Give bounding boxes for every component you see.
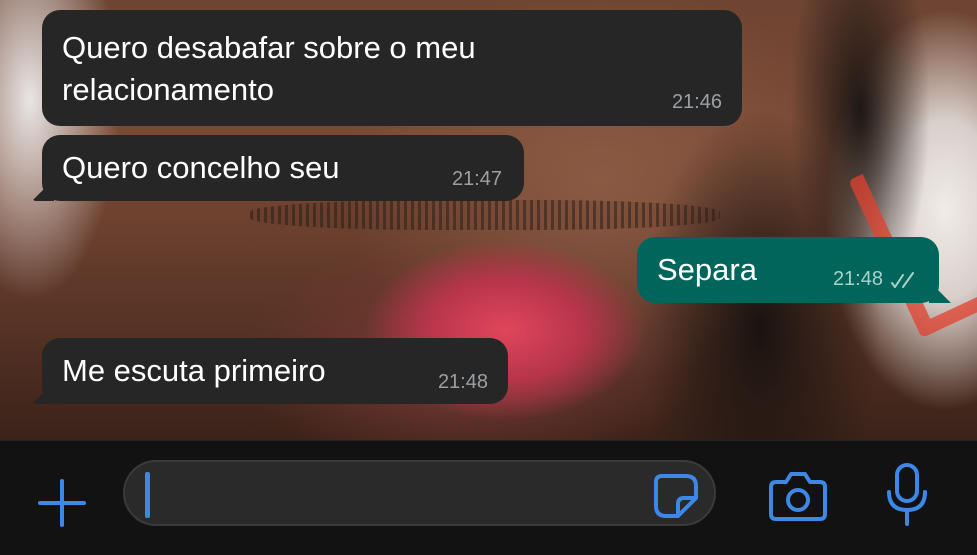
message-bubble-incoming[interactable]: Me escuta primeiro 21:48 [32, 338, 508, 404]
message-text: Separa [657, 252, 757, 287]
message-time: 21:47 [451, 168, 502, 190]
message-time: 21:46 [671, 91, 722, 113]
sticker-icon[interactable] [652, 472, 700, 520]
message-bubble-incoming[interactable]: Quero desabafar sobre o meu relacionamen… [42, 10, 742, 126]
message-text: Quero concelho seu [62, 150, 340, 185]
message-text: Me escuta primeiro [62, 353, 326, 388]
message-text-input[interactable] [155, 470, 659, 518]
camera-icon[interactable] [768, 470, 828, 522]
microphone-icon[interactable] [885, 462, 929, 528]
plus-icon[interactable] [36, 477, 88, 529]
message-bubble-incoming[interactable]: Quero concelho seu 21:47 [32, 135, 524, 201]
message-time: 21:48 [832, 268, 883, 290]
text-cursor [145, 472, 150, 518]
message-time: 21:48 [437, 371, 488, 393]
message-bubble-outgoing[interactable]: Separa 21:48 [637, 237, 951, 303]
wallpaper-detail [250, 200, 720, 230]
message-text: Quero desabafar sobre o meu relacionamen… [62, 30, 476, 107]
message-input[interactable] [123, 460, 716, 526]
read-receipt-icon [891, 272, 914, 288]
